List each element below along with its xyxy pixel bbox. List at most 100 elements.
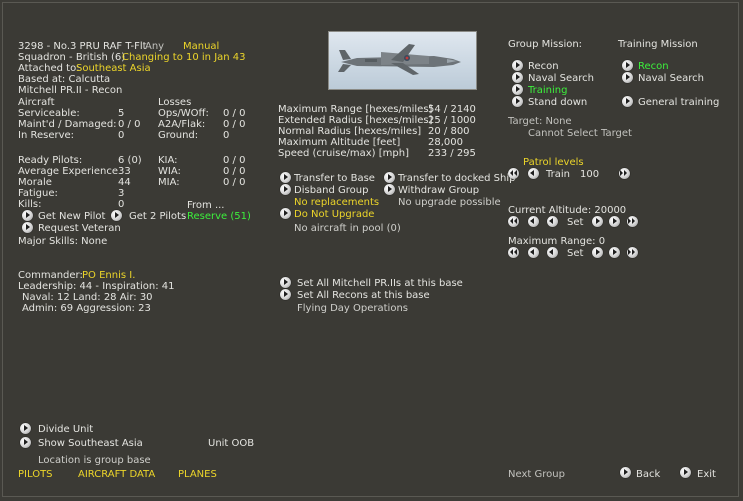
range-increase-small-icon[interactable] [592,247,603,258]
divide-unit-icon[interactable] [20,423,31,434]
changing-size-link[interactable]: Changing to 10 in Jan 43 [122,52,246,63]
do-not-upgrade-button[interactable]: Do Not Upgrade [294,209,374,220]
exit-button[interactable]: Exit [697,469,716,480]
next-group-button[interactable]: Next Group [508,469,565,480]
naval-land-air-stats: Naval: 12 Land: 28 Air: 30 [22,292,153,303]
no-replacements-label: No replacements [294,197,380,208]
training-recon-option[interactable]: Recon [638,61,669,72]
range-decrease-icon[interactable] [528,247,539,258]
mission-naval-search-option[interactable]: Naval Search [528,73,594,84]
tab-planes[interactable]: PLANES [178,469,217,480]
leadership-stats: Leadership: 44 - Inspiration: 41 [18,281,175,292]
disband-icon[interactable] [280,184,291,195]
request-veteran-button[interactable]: Request Veteran [38,223,121,234]
no-upgrade-label: No upgrade possible [398,197,501,208]
general-training-icon[interactable] [622,96,633,107]
in-reserve-label: In Reserve: [18,130,75,141]
altitude-decrease-icon[interactable] [528,216,539,227]
training-naval-search-icon[interactable] [622,72,633,83]
train-decrease-icon[interactable] [528,168,539,179]
spec-max-range-label: Maximum Range [hexes/miles] [278,104,433,115]
mission-naval-search-icon[interactable] [512,72,523,83]
range-increase-icon[interactable] [609,247,620,258]
withdraw-icon[interactable] [384,184,395,195]
transfer-base-button[interactable]: Transfer to Base [294,173,375,184]
altitude-decrease-small-icon[interactable] [547,216,558,227]
get-new-pilot-icon[interactable] [22,210,33,221]
mission-training-option[interactable]: Training [528,85,567,96]
mission-training-icon[interactable] [512,84,523,95]
altitude-decrease-fast-icon[interactable] [508,216,519,227]
training-recon-icon[interactable] [622,60,633,71]
back-button[interactable]: Back [636,469,660,480]
back-icon[interactable] [620,467,631,478]
get-2-pilots-icon[interactable] [111,210,122,221]
spec-max-altitude-value: 28,000 [428,137,463,148]
aircraft-pool-label: No aircraft in pool (0) [294,223,401,234]
train-label: Train [546,169,570,180]
altitude-set-button[interactable]: Set [567,217,583,228]
unit-oob-button[interactable]: Unit OOB [208,438,254,449]
train-decrease-fast-icon[interactable] [508,168,519,179]
set-all-recons-button[interactable]: Set All Recons at this base [297,290,430,301]
disband-button[interactable]: Disband Group [294,185,368,196]
train-increase-icon[interactable] [619,168,630,179]
avg-experience-value: 33 [118,166,131,177]
range-set-button[interactable]: Set [567,248,583,259]
serviceable-label: Serviceable: [18,108,80,119]
kills-label: Kills: [18,199,42,210]
show-region-button[interactable]: Show Southeast Asia [38,438,143,449]
mission-recon-option[interactable]: Recon [528,61,559,72]
general-training-option[interactable]: General training [638,97,719,108]
tab-aircraft-data[interactable]: AIRCRAFT DATA [78,469,155,480]
exit-icon[interactable] [680,467,691,478]
squadron-label: Squadron - British (6) [18,52,126,63]
commander-name-link[interactable]: PO Ennis I. [82,270,135,281]
aircraft-image [328,31,477,90]
do-not-upgrade-icon[interactable] [280,208,291,219]
tab-pilots[interactable]: PILOTS [18,469,53,480]
set-all-mitchell-icon[interactable] [280,277,291,288]
get-new-pilot-button[interactable]: Get New Pilot [38,211,105,222]
bomber-silhouette-icon [338,44,461,75]
fatigue-label: Fatigue: [18,188,58,199]
request-veteran-icon[interactable] [22,222,33,233]
wia-label: WIA: [158,166,181,177]
altitude-increase-fast-icon[interactable] [627,216,638,227]
commander-label: Commander: [18,270,83,281]
mission-stand-down-icon[interactable] [512,96,523,107]
spec-max-range-value: 54 / 2140 [428,104,476,115]
set-all-recons-icon[interactable] [280,289,291,300]
altitude-increase-icon[interactable] [609,216,620,227]
mission-stand-down-option[interactable]: Stand down [528,97,587,108]
training-naval-search-option[interactable]: Naval Search [638,73,704,84]
aircraft-header: Aircraft [18,97,55,108]
spec-extended-radius-value: 25 / 1000 [428,115,476,126]
attached-hq-link[interactable]: Southeast Asia [76,63,151,74]
transfer-ship-icon[interactable] [384,172,395,183]
range-increase-fast-icon[interactable] [627,247,638,258]
reserve-pool-link[interactable]: Reserve (51) [187,211,251,222]
spec-normal-radius-label: Normal Radius [hexes/miles] [278,126,422,137]
mia-value: 0 / 0 [223,177,246,188]
spec-speed-label: Speed (cruise/max) [mph] [278,148,409,159]
mia-label: MIA: [158,177,180,188]
show-region-icon[interactable] [20,437,31,448]
spec-speed-value: 233 / 295 [428,148,476,159]
a2a-flak-label: A2A/Flak: [158,119,206,130]
get-2-pilots-button[interactable]: Get 2 Pilots [129,211,186,222]
transfer-base-icon[interactable] [280,172,291,183]
withdraw-button[interactable]: Withdraw Group [398,185,479,196]
set-all-mitchell-button[interactable]: Set All Mitchell PR.IIs at this base [297,278,463,289]
altitude-increase-small-icon[interactable] [592,216,603,227]
transfer-ship-button[interactable]: Transfer to docked Ship [398,173,516,184]
kia-label: KIA: [158,155,178,166]
losses-header: Losses [158,97,192,108]
kills-value: 0 [118,199,125,210]
morale-label: Morale [18,177,52,188]
range-decrease-small-icon[interactable] [547,247,558,258]
mission-recon-icon[interactable] [512,60,523,71]
divide-unit-button[interactable]: Divide Unit [38,424,93,435]
range-decrease-fast-icon[interactable] [508,247,519,258]
manual-toggle[interactable]: Manual [183,41,219,52]
